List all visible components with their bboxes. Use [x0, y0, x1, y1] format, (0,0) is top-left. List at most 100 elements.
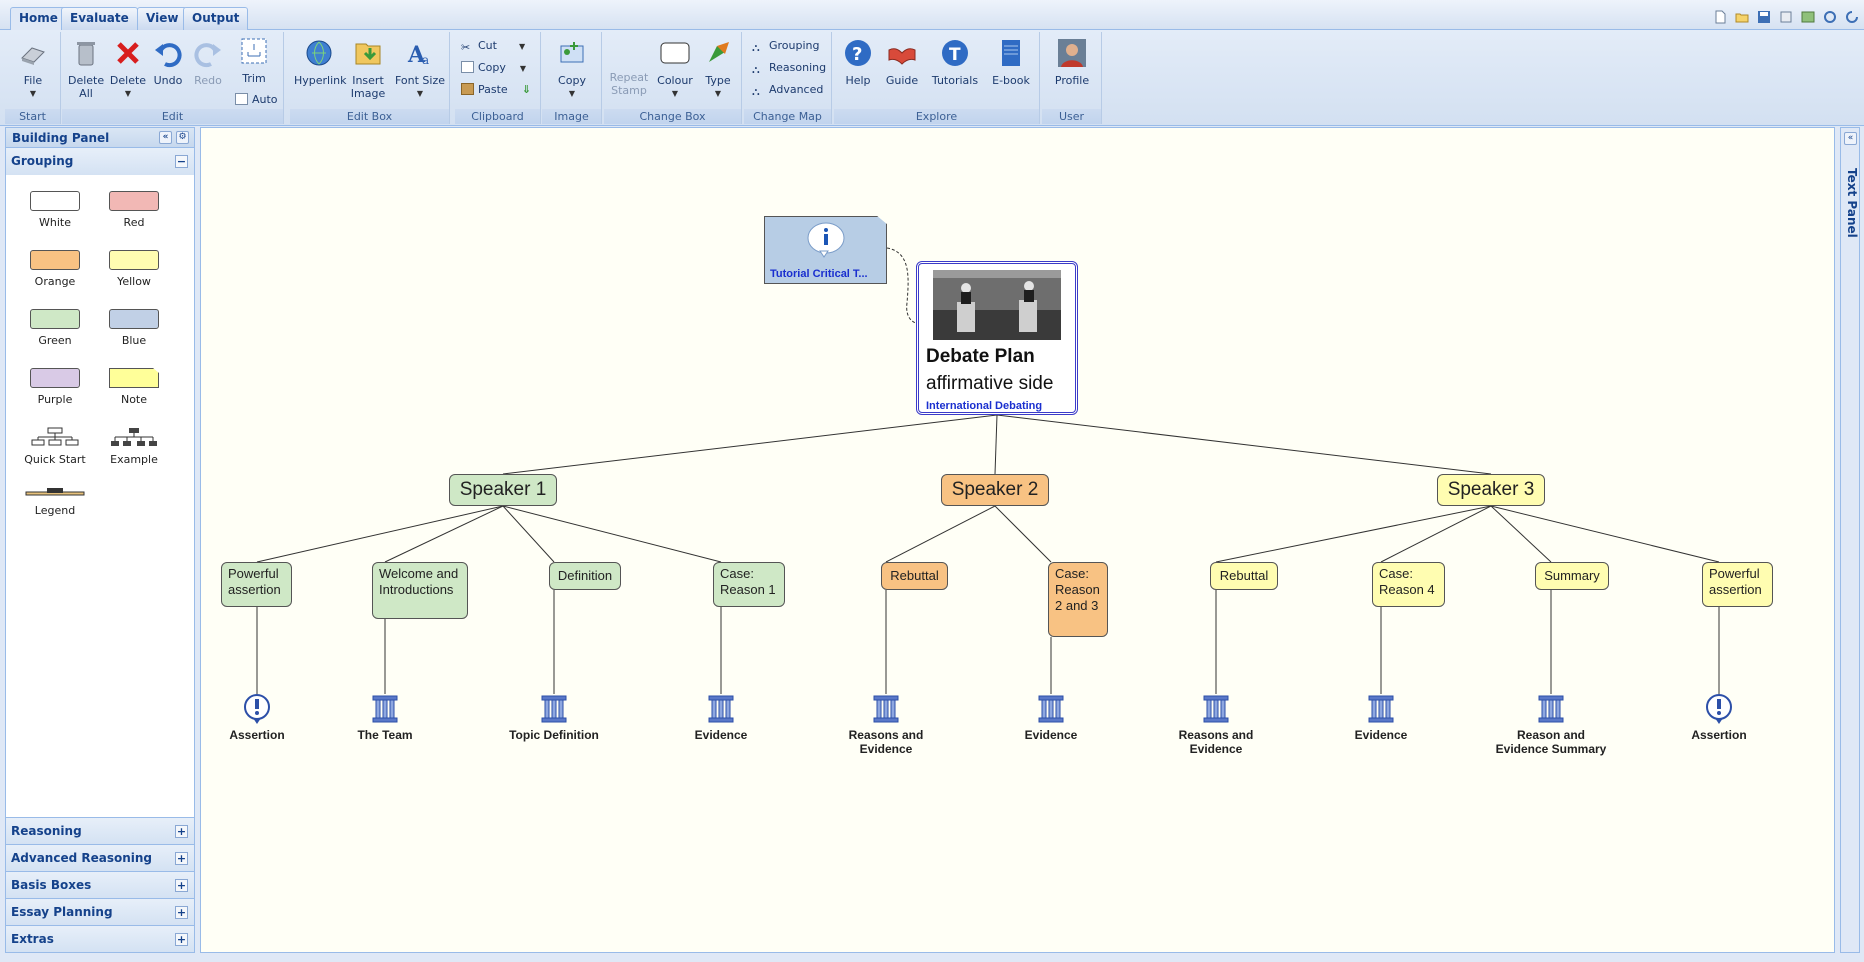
expand-extras-icon[interactable]: + — [175, 933, 188, 946]
box-powerful-assertion-1[interactable]: Powerful assertion — [221, 562, 292, 607]
box-definition[interactable]: Definition — [549, 562, 621, 590]
evidence-pillar-icon[interactable] — [871, 694, 901, 724]
evidence-pillar-icon[interactable] — [1536, 694, 1566, 724]
box-welcome-introductions[interactable]: Welcome and Introductions — [372, 562, 468, 619]
new-map-icon[interactable] — [1713, 10, 1727, 24]
paste-arrow-icon[interactable]: ⇓ — [522, 83, 531, 96]
type-button[interactable]: Type ▼ — [698, 38, 738, 100]
swatch-purple[interactable]: Purple — [20, 368, 90, 406]
template-example[interactable]: Example — [99, 427, 169, 466]
guide-button[interactable]: Guide — [884, 38, 920, 87]
swatch-orange[interactable]: Orange — [20, 250, 90, 288]
share-icon[interactable] — [1823, 10, 1837, 24]
redo-button[interactable]: Redo — [190, 38, 226, 87]
connector-speaker-box — [502, 505, 555, 563]
tab-output[interactable]: Output — [183, 7, 249, 30]
section-extras[interactable]: Extras + — [6, 925, 194, 952]
advanced-map-button[interactable]: ⛬ Advanced — [752, 82, 823, 98]
box-rebuttal-speaker-2[interactable]: Rebuttal — [881, 562, 948, 590]
expand-essay-planning-icon[interactable]: + — [175, 906, 188, 919]
help-button[interactable]: ? Help — [840, 38, 876, 87]
auto-checkbox[interactable]: Auto — [235, 92, 278, 108]
trim-button[interactable]: Trim — [234, 36, 274, 85]
template-quick-start[interactable]: Quick Start — [20, 427, 90, 466]
image-export-icon[interactable] — [1801, 10, 1815, 24]
speaker-2-box[interactable]: Speaker 2 — [941, 474, 1049, 506]
refresh-icon[interactable] — [1845, 10, 1859, 24]
expand-advanced-reasoning-icon[interactable]: + — [175, 852, 188, 865]
root-box[interactable]: Debate Plan affirmative side Internation… — [916, 261, 1078, 415]
evidence-pillar-icon[interactable] — [706, 694, 736, 724]
colour-button[interactable]: Colour ▼ — [654, 38, 696, 100]
auto-checkbox-box[interactable] — [235, 93, 248, 105]
assertion-icon[interactable] — [242, 694, 272, 724]
map-canvas[interactable]: Tutorial Critical T... Debate Plan affir… — [200, 127, 1835, 953]
swatch-note[interactable]: Note — [99, 368, 169, 406]
box-case-reason-4[interactable]: Case: Reason 4 — [1372, 562, 1445, 607]
delete-button[interactable]: Delete ▼ — [108, 38, 148, 100]
evidence-pillar-icon[interactable] — [1036, 694, 1066, 724]
hyperlink-button[interactable]: Hyperlink — [294, 38, 347, 87]
ebook-button[interactable]: E-book — [990, 38, 1032, 87]
type-label: Type — [705, 74, 731, 87]
tutorial-note-link[interactable]: Tutorial Critical T... — [770, 268, 868, 280]
open-folder-icon[interactable] — [1735, 10, 1749, 24]
expand-reasoning-icon[interactable]: + — [175, 825, 188, 838]
paste-button[interactable]: Paste ⇓ — [461, 82, 531, 98]
evidence-pillar-icon[interactable] — [1366, 694, 1396, 724]
cut-button[interactable]: ✂ Cut ▼ — [461, 38, 525, 54]
section-grouping[interactable]: Grouping − — [6, 148, 194, 175]
box-case-reason-1[interactable]: Case: Reason 1 — [713, 562, 785, 607]
profile-label: Profile — [1054, 74, 1090, 87]
speaker-1-box[interactable]: Speaker 1 — [449, 474, 557, 506]
tab-view[interactable]: View — [137, 7, 188, 30]
section-essay-planning[interactable]: Essay Planning + — [6, 898, 194, 925]
swatch-green-label: Green — [38, 334, 72, 347]
swatch-white[interactable]: White — [20, 191, 90, 229]
expand-text-panel-icon[interactable]: « — [1844, 132, 1857, 145]
swatch-green[interactable]: Green — [20, 309, 90, 347]
tab-home[interactable]: Home — [10, 7, 67, 31]
root-link[interactable]: International Debating — [926, 400, 1042, 412]
copy-button[interactable]: Copy ▼ — [461, 60, 526, 76]
evidence-pillar-icon[interactable] — [1201, 694, 1231, 724]
tab-evaluate[interactable]: Evaluate — [61, 7, 138, 30]
speaker-3-box[interactable]: Speaker 3 — [1437, 474, 1545, 506]
grouping-map-button[interactable]: ⛬ Grouping — [752, 38, 820, 54]
section-reasoning[interactable]: Reasoning + — [6, 817, 194, 844]
text-panel-title: Text Panel — [1845, 168, 1859, 238]
collapse-grouping-icon[interactable]: − — [175, 155, 188, 168]
reasoning-map-button[interactable]: ⛬ Reasoning — [752, 60, 826, 76]
image-copy-button[interactable]: Copy ▼ — [552, 38, 592, 100]
evidence-pillar-icon[interactable] — [370, 694, 400, 724]
section-advanced-reasoning[interactable]: Advanced Reasoning + — [6, 844, 194, 871]
ribbon-group-start: File ▼ Start — [5, 32, 61, 124]
file-button[interactable]: File ▼ — [13, 38, 53, 100]
delete-all-label-line2: All — [79, 87, 93, 100]
panel-settings-icon[interactable]: ⚙ — [176, 131, 189, 144]
undo-button[interactable]: Undo — [150, 38, 186, 87]
swatch-blue[interactable]: Blue — [99, 309, 169, 347]
evidence-pillar-icon[interactable] — [539, 694, 569, 724]
delete-all-button[interactable]: Delete All — [68, 38, 104, 100]
export-icon[interactable] — [1779, 10, 1793, 24]
tutorials-button[interactable]: T Tutorials — [930, 38, 980, 87]
expand-basis-boxes-icon[interactable]: + — [175, 879, 188, 892]
assertion-icon[interactable] — [1704, 694, 1734, 724]
swatch-red[interactable]: Red — [99, 191, 169, 229]
text-panel[interactable]: « Text Panel — [1840, 127, 1860, 953]
section-basis-boxes[interactable]: Basis Boxes + — [6, 871, 194, 898]
font-size-button[interactable]: Aa Font Size ▼ — [394, 38, 446, 100]
swatch-yellow[interactable]: Yellow — [99, 250, 169, 288]
tutorial-note-box[interactable]: Tutorial Critical T... — [764, 216, 887, 284]
box-summary[interactable]: Summary — [1535, 562, 1609, 590]
box-rebuttal-speaker-3[interactable]: Rebuttal — [1210, 562, 1278, 590]
save-icon[interactable] — [1757, 10, 1771, 24]
template-legend[interactable]: Legend — [20, 486, 90, 517]
insert-image-button[interactable]: Insert Image — [346, 38, 390, 100]
box-powerful-assertion-2[interactable]: Powerful assertion — [1702, 562, 1773, 607]
repeat-stamp-button[interactable]: Repeat Stamp — [608, 38, 650, 97]
box-case-reason-2-3[interactable]: Case: Reason 2 and 3 — [1048, 562, 1108, 637]
collapse-panel-icon[interactable]: « — [159, 131, 172, 144]
profile-button[interactable]: Profile — [1050, 38, 1094, 87]
